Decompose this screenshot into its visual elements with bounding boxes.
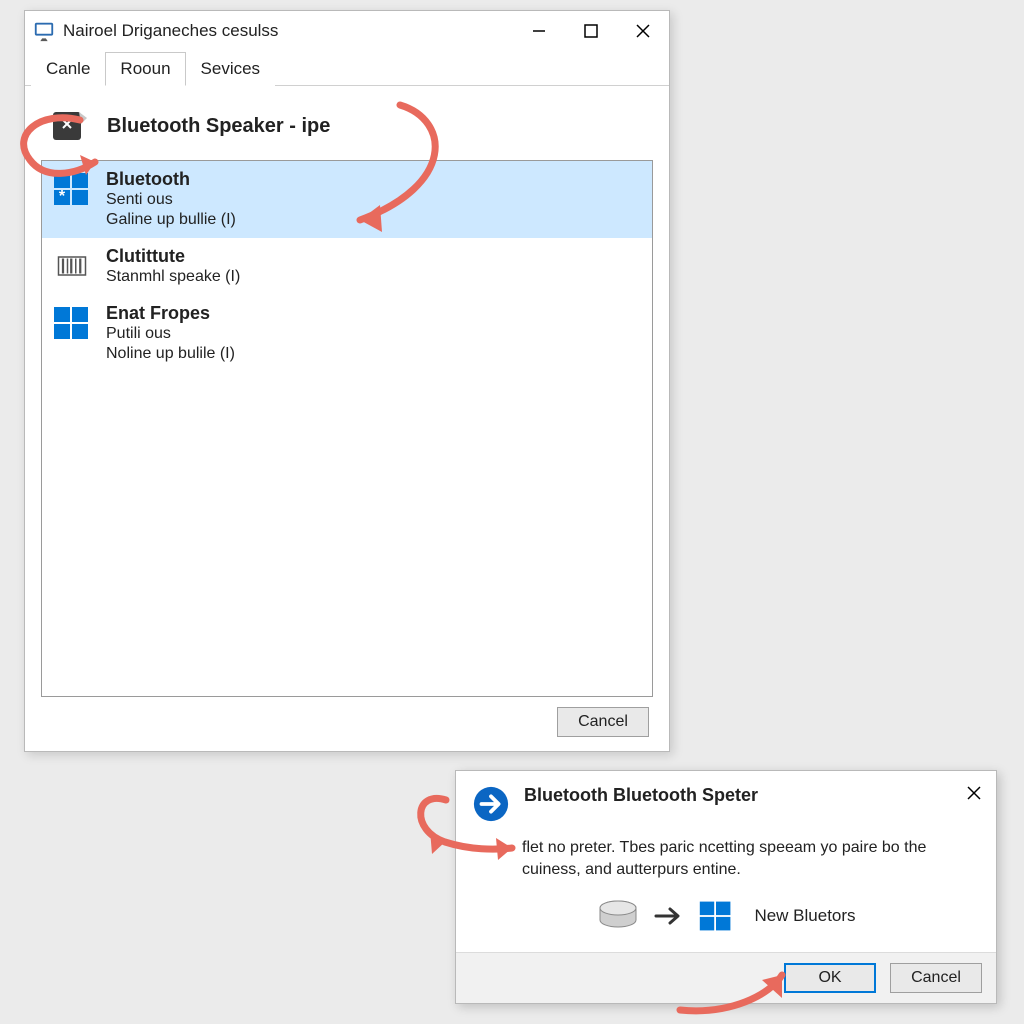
item-line2: Noline up bulile (I) (106, 344, 235, 364)
services-list: * Bluetooth Senti ous Galine up bullie (… (41, 160, 653, 697)
item-line2: Galine up bullie (I) (106, 210, 236, 230)
tab-strip: Canle Rooun Sevices (25, 51, 669, 86)
dialog-visual: New Bluetors (456, 890, 996, 952)
item-name: Enat Fropes (106, 303, 235, 324)
app-icon (33, 20, 55, 42)
list-item[interactable]: Clutittute Stanmhl speake (I) (42, 238, 652, 295)
device-name: Bluetooth Speaker - ipe (107, 115, 330, 138)
tab-sevices[interactable]: Sevices (186, 52, 276, 86)
dialog-footer: OK Cancel (456, 952, 996, 1003)
maximize-button[interactable] (565, 11, 617, 51)
dialog-title: Bluetooth Bluetooth Speter (524, 785, 758, 823)
item-name: Bluetooth (106, 169, 236, 190)
window-buttons (513, 11, 669, 51)
arrow-circle-icon (472, 785, 510, 823)
device-icon (49, 106, 89, 146)
disk-icon (596, 898, 640, 934)
tab-canle[interactable]: Canle (31, 52, 105, 86)
dialog-body-text: flet no preter. Tbes paric ncetting spee… (456, 833, 996, 890)
list-item-text: Clutittute Stanmhl speake (I) (106, 246, 240, 287)
ok-button[interactable]: OK (784, 963, 876, 993)
window-title: Nairoel Driganeches cesulss (63, 21, 278, 41)
windows-icon (52, 303, 92, 343)
list-item-text: Enat Fropes Putili ous Noline up bulile … (106, 303, 235, 364)
titlebar: Nairoel Driganeches cesulss (25, 11, 669, 51)
item-line1: Senti ous (106, 190, 236, 210)
close-button[interactable] (617, 11, 669, 51)
cancel-button[interactable]: Cancel (557, 707, 649, 737)
windows-icon: * (52, 169, 92, 209)
dialog-target-label: New Bluetors (754, 906, 855, 926)
item-line1: Stanmhl speake (I) (106, 267, 240, 287)
dialog-cancel-button[interactable]: Cancel (890, 963, 982, 993)
barcode-icon (52, 246, 92, 286)
device-header: Bluetooth Speaker - ipe (41, 100, 653, 160)
arrow-right-icon (654, 906, 684, 926)
tab-body: Bluetooth Speaker - ipe * Bluetooth Sent… (25, 86, 669, 751)
tab-rooun[interactable]: Rooun (105, 52, 185, 86)
minimize-button[interactable] (513, 11, 565, 51)
item-name: Clutittute (106, 246, 240, 267)
properties-window: Nairoel Driganeches cesulss Canle Rooun … (24, 10, 670, 752)
window-footer: Cancel (41, 697, 653, 741)
list-item[interactable]: * Bluetooth Senti ous Galine up bullie (… (42, 161, 652, 238)
list-item-text: Bluetooth Senti ous Galine up bullie (I) (106, 169, 236, 230)
dialog-header: Bluetooth Bluetooth Speter (456, 771, 996, 833)
item-line1: Putili ous (106, 324, 235, 344)
list-item[interactable]: Enat Fropes Putili ous Noline up bulile … (42, 295, 652, 372)
confirmation-dialog: Bluetooth Bluetooth Speter flet no prete… (455, 770, 997, 1004)
windows-icon (698, 898, 734, 934)
svg-text:*: * (59, 188, 66, 205)
dialog-close-button[interactable] (966, 785, 982, 823)
